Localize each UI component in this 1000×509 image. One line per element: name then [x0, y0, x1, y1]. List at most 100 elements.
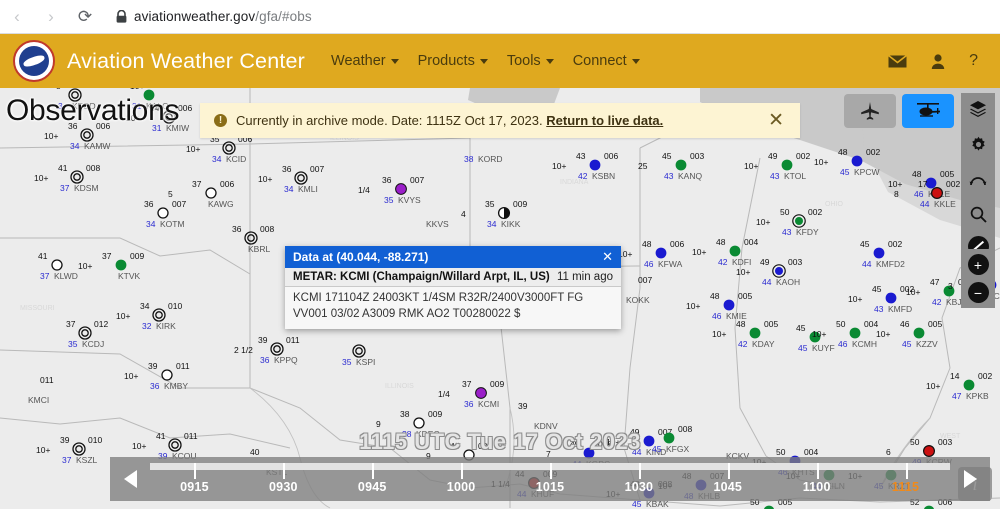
station-visibility: 10+ — [132, 441, 147, 451]
station-identifier: KKVS — [426, 219, 449, 229]
reload-icon[interactable]: ⟳ — [68, 0, 102, 34]
back-arrow-icon[interactable]: ‹ — [0, 0, 34, 34]
station-identifier: KCDJ — [82, 339, 105, 349]
reset-rotation-icon[interactable] — [965, 166, 991, 192]
station-temperature: 45 — [860, 239, 870, 249]
popup-station-header: METAR: KCMI (Champaign/Willard Arpt, IL,… — [285, 268, 621, 287]
zoom-out-button[interactable]: − — [967, 282, 989, 303]
station-visibility: 10+ — [812, 329, 827, 339]
station-identifier: KAWG — [208, 199, 234, 209]
station-sky-symbol — [395, 183, 407, 195]
settings-gear-icon[interactable] — [965, 131, 991, 157]
timeline-tick-label[interactable]: 1030 — [625, 480, 654, 494]
timeline-tick-label[interactable]: 0945 — [358, 480, 387, 494]
station-identifier: KAOH — [776, 277, 801, 287]
user-icon[interactable] — [931, 53, 945, 69]
timeline-prev-button[interactable] — [110, 457, 150, 501]
station-sky-symbol — [294, 171, 308, 185]
station-altimeter: 004 — [864, 319, 879, 329]
station-dewpoint: 42 — [718, 257, 728, 267]
mail-icon[interactable] — [888, 54, 908, 68]
station-altimeter: 006 — [670, 239, 685, 249]
station-altimeter: 005 — [940, 169, 955, 179]
station-visibility: 10+ — [116, 311, 131, 321]
browser-toolbar: ‹ › ⟳ aviationweather.gov/gfa/#obs — [0, 0, 1000, 34]
timeline-tick-label[interactable]: 1015 — [536, 480, 565, 494]
next-triangle-icon — [963, 470, 977, 488]
forward-arrow-icon[interactable]: › — [34, 0, 68, 34]
timeline-tick-label[interactable]: 1045 — [713, 480, 742, 494]
station-dewpoint: 44 — [920, 199, 930, 209]
station-sky-symbol — [51, 259, 63, 271]
station-dewpoint: 42 — [932, 297, 942, 307]
address-bar[interactable]: aviationweather.gov/gfa/#obs — [134, 9, 312, 24]
station-identifier: KPCW — [854, 167, 880, 177]
timeline-tick — [283, 463, 286, 479]
nav-item-weather[interactable]: Weather — [331, 53, 399, 69]
station-visibility: 6 — [886, 447, 891, 457]
lock-icon[interactable] — [108, 10, 134, 23]
timeline-next-button[interactable] — [950, 457, 990, 501]
station-altimeter: 004 — [744, 237, 759, 247]
station-dewpoint: 34 — [146, 219, 156, 229]
station-sky-symbol — [663, 432, 675, 444]
station-sky-symbol — [152, 308, 166, 322]
main-nav: Weather Products Tools Connect — [331, 53, 640, 69]
popup-station-name: METAR: KCMI (Champaign/Willard Arpt, IL,… — [293, 271, 550, 283]
station-visibility: 10+ — [888, 179, 903, 189]
station-sky-symbol — [675, 159, 687, 171]
timeline-tick-label[interactable]: 1100 — [803, 480, 831, 494]
station-sky-symbol — [792, 214, 806, 228]
station-altimeter: 009 — [490, 379, 505, 389]
nav-item-tools[interactable]: Tools — [507, 53, 554, 69]
station-dewpoint: 35 — [342, 357, 352, 367]
timeline-tick-label[interactable]: 1115 — [892, 480, 919, 494]
station-temperature: 49 — [760, 257, 770, 267]
timeline-track[interactable]: 0915 0930 0945 1000 1015 1030 1045 1100 1115 — [150, 457, 950, 501]
data-popup: Data at (40.044, -88.271) ✕ METAR: KCMI … — [285, 246, 621, 329]
help-icon[interactable]: ? — [969, 52, 978, 70]
nav-item-connect[interactable]: Connect — [573, 53, 640, 69]
station-sky-symbol — [205, 187, 217, 199]
layers-icon[interactable] — [965, 96, 991, 122]
station-sky-symbol — [413, 417, 425, 429]
station-sky-symbol — [115, 259, 127, 271]
station-identifier: KMLI — [298, 184, 318, 194]
station-identifier: KFDY — [796, 227, 819, 237]
helicopter-mode-button[interactable] — [902, 94, 954, 128]
header-actions: ? — [888, 52, 978, 70]
popup-raw-metar: KCMI 171104Z 24003KT 1/4SM R32R/2400V300… — [285, 287, 621, 329]
fixed-wing-mode-button[interactable] — [844, 94, 896, 128]
station-visibility: 10+ — [258, 174, 273, 184]
station-sky-symbol — [913, 327, 925, 339]
station-dewpoint: 47 — [952, 391, 962, 401]
station-altimeter: 002 — [946, 179, 961, 189]
station-temperature: 41 — [38, 251, 48, 261]
station-temperature: 37 — [66, 319, 76, 329]
nav-item-products[interactable]: Products — [418, 53, 488, 69]
return-to-live-data-link[interactable]: Return to live data. — [546, 113, 663, 128]
station-identifier: KMFD — [888, 304, 913, 314]
map-tool-panel — [961, 93, 995, 260]
timeline-tick-label[interactable]: 0930 — [269, 480, 298, 494]
timeline-tick-label[interactable]: 0915 — [180, 480, 209, 494]
station-temperature: 37 — [462, 379, 472, 389]
timeline-tick — [461, 463, 464, 479]
station-sky-symbol — [78, 326, 92, 340]
station-identifier: KBRL — [248, 244, 271, 254]
zoom-in-button[interactable]: + — [967, 254, 989, 275]
station-altimeter: 008 — [86, 163, 101, 173]
station-identifier: KFWA — [658, 259, 683, 269]
station-identifier: KPPQ — [274, 355, 298, 365]
timeline-bar[interactable]: 0915 0930 0945 1000 1015 1030 1045 1100 1115 — [110, 457, 990, 501]
page-title: Observations — [6, 94, 180, 127]
station-temperature: 48 — [838, 147, 848, 157]
search-icon[interactable] — [965, 201, 991, 227]
popup-close-icon[interactable]: ✕ — [602, 249, 613, 265]
station-visibility: 25 — [638, 161, 648, 171]
station-visibility: 10+ — [552, 161, 567, 171]
station-altimeter: 011 — [40, 375, 54, 385]
timeline-tick-label[interactable]: 1000 — [447, 480, 476, 494]
chevron-down-icon — [479, 58, 488, 64]
banner-close-icon[interactable]: ✕ — [768, 109, 784, 132]
